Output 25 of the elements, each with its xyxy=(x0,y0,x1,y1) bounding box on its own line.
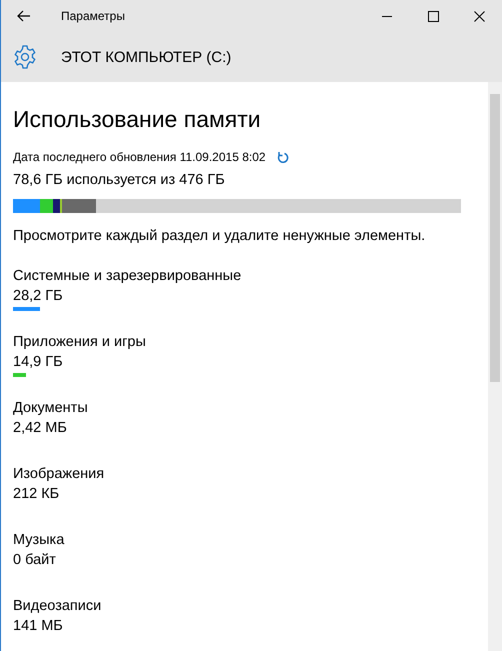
category-link[interactable]: Музыка xyxy=(13,530,488,550)
category-size: 212 КБ xyxy=(13,485,60,504)
maximize-icon xyxy=(428,10,438,22)
settings-icon xyxy=(13,45,37,69)
category-link[interactable]: Приложения и игры xyxy=(13,332,488,352)
page-title: ЭТОТ КОМПЬЮТЕР (C:) xyxy=(61,48,232,66)
category-size: 141 МБ xyxy=(13,617,64,636)
category-size: 0 байт xyxy=(13,551,57,570)
category-link[interactable]: Системные и зарезервированные xyxy=(13,266,488,286)
usage-text: 78,6 ГБ используется из 476 ГБ xyxy=(13,171,226,189)
description-text: Просмотрите каждый раздел и удалите ненужные элементы. xyxy=(13,227,426,245)
scrollbar[interactable] xyxy=(488,82,502,651)
category-link[interactable]: Документы xyxy=(13,398,488,418)
refresh-icon xyxy=(276,150,289,164)
page-heading: Использование памяти xyxy=(13,105,262,134)
category-size: 14,9 ГБ xyxy=(13,353,64,372)
last-updated-text: Дата последнего обновления 11.09.2015 8:02 xyxy=(13,150,266,164)
category-link[interactable]: Изображения xyxy=(13,464,488,484)
refresh-button[interactable] xyxy=(276,150,289,164)
window-title: Параметры xyxy=(61,9,125,23)
close-icon xyxy=(474,10,484,22)
category-size: 2,42 МБ xyxy=(13,419,68,438)
category-link[interactable]: Видеозаписи xyxy=(13,596,488,616)
back-arrow-icon xyxy=(17,10,31,22)
category-size: 28,2 ГБ xyxy=(13,287,64,306)
